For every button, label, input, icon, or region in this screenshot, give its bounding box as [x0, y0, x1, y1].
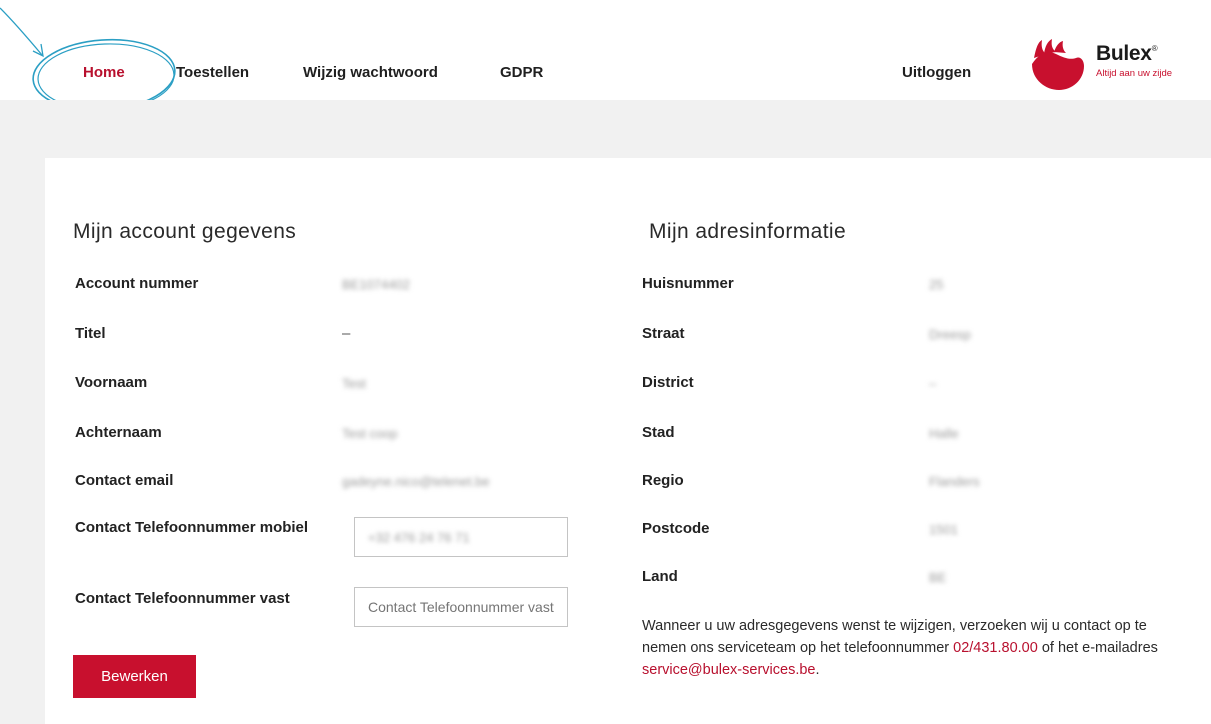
mobile-phone-label: Contact Telefoonnummer mobiel: [75, 519, 309, 536]
district-label: District: [642, 374, 694, 391]
address-change-notice: Wanneer u uw adresgegevens wenst te wijz…: [642, 618, 1158, 678]
postcode-label: Postcode: [642, 520, 710, 537]
nav-toestellen[interactable]: Toestellen: [176, 64, 249, 81]
last-name-value: Test coop: [342, 426, 398, 441]
title-label: Titel: [75, 325, 106, 342]
mobile-phone-value: +32 476 24 76 71: [368, 530, 470, 545]
service-phone-link[interactable]: 02/431.80.00: [953, 640, 1038, 656]
nav-wijzig-wachtwoord[interactable]: Wijzig wachtwoord: [303, 64, 438, 81]
first-name-label: Voornaam: [75, 374, 148, 391]
house-number-label: Huisnummer: [642, 275, 734, 292]
brand-name: Bulex®: [1096, 42, 1158, 65]
account-section-title: Mijn account gegevens: [73, 220, 297, 243]
nav-home[interactable]: Home: [83, 64, 125, 81]
postcode-value: 1501: [929, 522, 958, 537]
country-label: Land: [642, 568, 678, 585]
landline-phone-input[interactable]: [354, 587, 568, 627]
street-value: Dreesp: [929, 327, 971, 342]
content-area: Mijn account gegevens Account nummer BE1…: [0, 100, 1211, 724]
city-value: Halle: [929, 426, 959, 441]
logout-link[interactable]: Uitloggen: [902, 64, 971, 81]
street-label: Straat: [642, 325, 685, 342]
address-section-title: Mijn adresinformatie: [649, 220, 847, 243]
bulex-flame-icon: [1032, 39, 1084, 90]
district-value: –: [929, 376, 937, 391]
account-number-value: BE1074402: [342, 277, 410, 292]
landline-phone-label: Contact Telefoonnummer vast: [75, 590, 290, 607]
account-number-label: Account nummer: [75, 275, 199, 292]
top-navigation: Home Toestellen Wijzig wachtwoord GDPR U…: [0, 0, 1211, 112]
country-value: BE: [929, 570, 947, 585]
house-number-value: 25: [929, 277, 944, 292]
account-card: Mijn account gegevens Account nummer BE1…: [45, 158, 1211, 724]
contact-email-value: gadeyne.nico@telenet.be: [342, 474, 490, 489]
nav-gdpr[interactable]: GDPR: [500, 64, 543, 81]
service-email-link[interactable]: service@bulex-services.be: [642, 662, 815, 678]
last-name-label: Achternaam: [75, 424, 162, 441]
contact-email-label: Contact email: [75, 472, 174, 489]
first-name-value: Test: [342, 376, 366, 391]
bulex-logo[interactable]: Bulex® Altijd aan uw zijde: [1026, 38, 1186, 90]
region-value: Flanders: [929, 474, 980, 489]
title-value: –: [342, 325, 351, 342]
brand-tagline: Altijd aan uw zijde: [1096, 68, 1173, 79]
edit-button[interactable]: Bewerken: [73, 655, 196, 698]
region-label: Regio: [642, 472, 684, 489]
city-label: Stad: [642, 424, 675, 441]
